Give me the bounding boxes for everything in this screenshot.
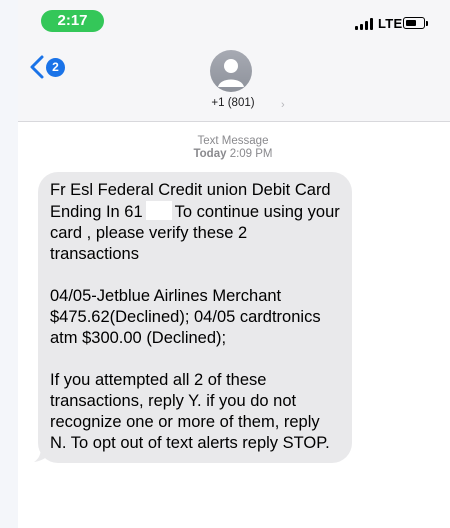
battery-cap bbox=[426, 21, 428, 26]
chevron-right-icon[interactable]: › bbox=[281, 99, 285, 111]
conversation-header: 2:17 LTE 2 +1 (801) › bbox=[18, 0, 450, 122]
contact-avatar-icon[interactable] bbox=[210, 50, 252, 92]
timestamp-day: Today bbox=[193, 148, 227, 160]
messages-screen: 2:17 LTE 2 +1 (801) › Text Message Today… bbox=[18, 0, 450, 528]
status-time[interactable]: 2:17 bbox=[41, 10, 104, 32]
message-paragraph-1: Fr Esl Federal Credit union Debit Card E… bbox=[50, 180, 340, 265]
message-paragraph-3: If you attempted all 2 of these transact… bbox=[50, 371, 330, 452]
battery-icon bbox=[403, 17, 425, 29]
timestamp-line: Today 2:09 PM bbox=[128, 148, 338, 161]
message-bubble[interactable]: Fr Esl Federal Credit union Debit Card E… bbox=[38, 172, 352, 463]
back-chevron-icon bbox=[30, 55, 44, 79]
timestamp-time: 2:09 PM bbox=[229, 148, 273, 160]
back-button[interactable]: 2 bbox=[28, 54, 68, 82]
left-margin bbox=[0, 0, 18, 528]
service-label: Text Message bbox=[197, 135, 269, 147]
incoming-message[interactable]: Fr Esl Federal Credit union Debit Card E… bbox=[34, 172, 352, 463]
message-timestamp: Text Message Today 2:09 PM bbox=[128, 135, 338, 161]
contact-name[interactable]: +1 (801) bbox=[158, 97, 308, 109]
network-type: LTE bbox=[378, 16, 403, 31]
signal-bars-icon bbox=[355, 18, 375, 30]
redacted-card-digits bbox=[145, 201, 172, 220]
message-paragraph-2: 04/05-Jetblue Airlines Merchant $475.62(… bbox=[50, 287, 321, 347]
unread-count-badge: 2 bbox=[46, 58, 65, 77]
